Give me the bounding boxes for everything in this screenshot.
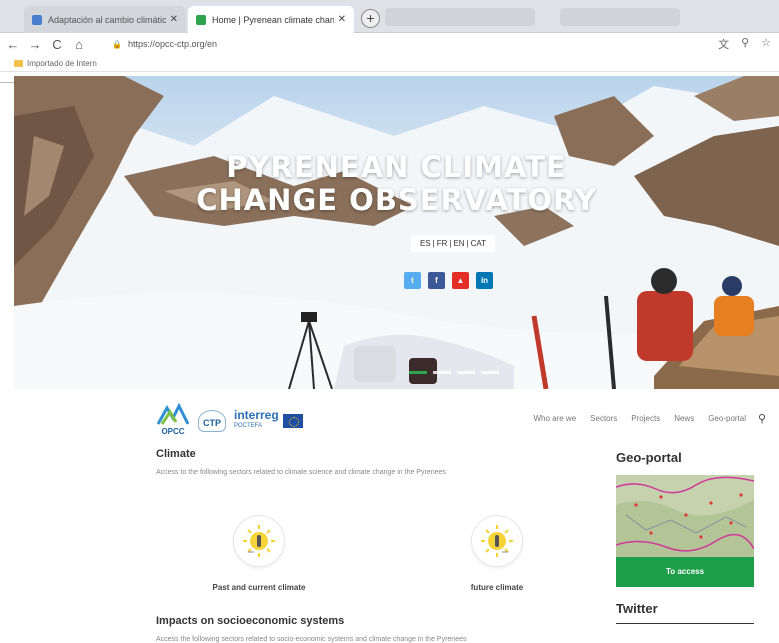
lock-icon: 🔒: [112, 39, 122, 49]
search-icon[interactable]: ⚲: [758, 412, 766, 425]
bookmark-item[interactable]: Importado de Intern: [27, 59, 97, 68]
section-desc-climate: Access to the following sectors related …: [156, 469, 446, 476]
section-desc-impacts: Access the following sectors related to …: [156, 636, 467, 643]
lang-cat[interactable]: CAT: [470, 239, 487, 248]
url-text: https://opcc-ctp.org/en: [127, 39, 218, 49]
sun-thermometer-icon: [234, 516, 284, 566]
bookmarks-bar: Importado de Intern: [0, 55, 779, 72]
divider: [616, 623, 754, 624]
hero-title: PYRENEAN CLIMATE CHANGE OBSERVATORY: [14, 151, 779, 217]
new-tab-button[interactable]: +: [361, 9, 380, 28]
bookmark-star-icon[interactable]: ☆: [761, 36, 771, 52]
interreg-logo[interactable]: interreg POCTEFA: [234, 408, 303, 432]
tab-title: Home | Pyrenean climate change: [212, 14, 334, 25]
reload-button[interactable]: C: [48, 37, 66, 52]
home-button[interactable]: ⌂: [70, 37, 88, 52]
tab-home-pyrenean[interactable]: Home | Pyrenean climate change ✕: [188, 6, 354, 33]
blurred-tab-area: [385, 8, 535, 26]
hero-mountain-photo: [14, 76, 779, 389]
close-tab-icon[interactable]: ✕: [338, 14, 346, 25]
card-past-current-climate[interactable]: Past and current climate: [199, 516, 319, 592]
social-links: t f ▲ in: [404, 272, 493, 289]
lang-es[interactable]: ES: [419, 239, 432, 248]
translate-icon[interactable]: 文: [718, 36, 729, 52]
carousel-dot[interactable]: [409, 371, 427, 374]
forward-button[interactable]: →: [26, 37, 44, 52]
opcc-logo-text: OPCC: [161, 427, 185, 436]
hero-title-line: CHANGE OBSERVATORY: [196, 183, 597, 217]
interreg-logo-subtext: POCTEFA: [234, 423, 263, 429]
carousel-dot[interactable]: [457, 371, 475, 374]
site-header: OPCC CTP interreg POCTEFA Who are we Sec…: [156, 402, 766, 438]
tab-adaptacion[interactable]: Adaptación al cambio climático ✕: [24, 6, 186, 33]
interreg-logo-text: interreg: [234, 408, 279, 422]
language-switcher: ES | FR | EN | CAT: [411, 235, 495, 252]
geo-portal-map[interactable]: [616, 475, 754, 557]
sun-thermometer-icon: [472, 516, 522, 566]
card-label: future climate: [470, 583, 524, 592]
carousel-dot[interactable]: [433, 371, 451, 374]
eu-flag-icon: [282, 414, 303, 428]
lang-fr[interactable]: FR: [436, 239, 449, 248]
lang-en[interactable]: EN: [452, 239, 465, 248]
carousel-indicators: [409, 371, 499, 374]
carousel-dot[interactable]: [481, 371, 499, 374]
linkedin-icon[interactable]: in: [476, 272, 493, 289]
ctp-logo[interactable]: CTP: [198, 410, 226, 432]
geo-portal-title: Geo-portal: [616, 450, 682, 465]
climate-cards: Past and current climate future climate: [156, 476, 556, 601]
nav-news[interactable]: News: [674, 414, 694, 423]
twitter-title: Twitter: [616, 601, 658, 616]
section-title-climate: Climate: [156, 448, 196, 460]
hero-title-line: PYRENEAN CLIMATE: [226, 150, 567, 184]
tab-title: Adaptación al cambio climático: [48, 14, 166, 25]
nav-projects[interactable]: Projects: [631, 414, 660, 423]
back-button[interactable]: ←: [4, 37, 22, 52]
facebook-icon[interactable]: f: [428, 272, 445, 289]
blurred-tab-area: [560, 8, 680, 26]
close-tab-icon[interactable]: ✕: [170, 14, 178, 25]
twitter-icon[interactable]: t: [404, 272, 421, 289]
tab-favicon-icon: [196, 14, 206, 25]
main-nav: Who are we Sectors Projects News Geo-por…: [533, 413, 766, 425]
youtube-icon[interactable]: ▲: [452, 272, 469, 289]
hero-banner: PYRENEAN CLIMATE CHANGE OBSERVATORY ES | F…: [14, 76, 779, 389]
folder-icon: [14, 59, 23, 67]
browser-toolbar: ← → C ⌂ 🔒 https://opcc-ctp.org/en 文 ⚲ ☆: [0, 33, 779, 55]
zoom-icon[interactable]: ⚲: [741, 36, 749, 52]
geo-portal-access-button[interactable]: To access: [616, 557, 754, 587]
card-future-climate[interactable]: future climate: [437, 516, 557, 592]
browser-tab-strip: Adaptación al cambio climático ✕ Home | …: [0, 0, 779, 33]
address-bar[interactable]: 🔒 https://opcc-ctp.org/en: [112, 35, 712, 53]
tab-favicon-icon: [32, 14, 42, 25]
card-label: Past and current climate: [212, 583, 306, 592]
nav-geo-portal[interactable]: Geo-portal: [708, 414, 746, 423]
nav-sectors[interactable]: Sectors: [590, 414, 617, 423]
main-content: Climate Access to the following sectors …: [156, 448, 556, 643]
opcc-mountains-icon: [156, 402, 190, 425]
opcc-logo[interactable]: OPCC: [156, 402, 190, 436]
nav-who-are-we[interactable]: Who are we: [533, 414, 576, 423]
sidebar: Geo-portal To access Twitter: [616, 450, 754, 624]
section-title-impacts: Impacts on socioeconomic systems: [156, 615, 345, 627]
